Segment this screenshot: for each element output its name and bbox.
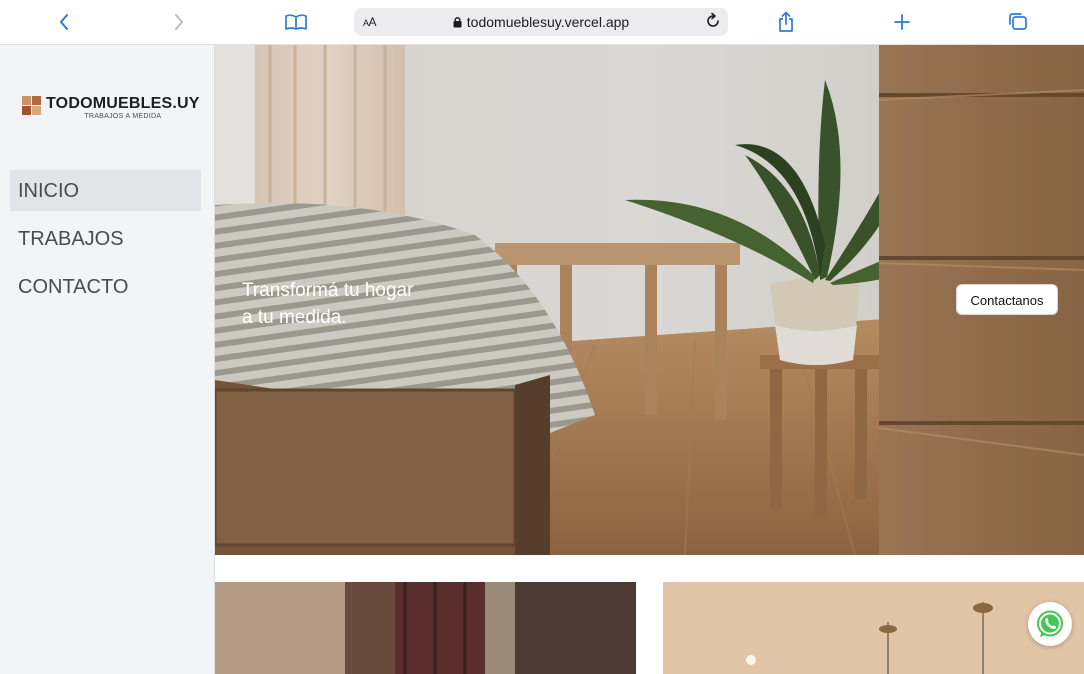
logo-mark-icon <box>22 96 41 115</box>
back-button[interactable] <box>49 8 79 36</box>
tabs-button[interactable] <box>1003 8 1033 36</box>
plus-icon <box>894 14 910 30</box>
nav-item-inicio[interactable]: INICIO <box>10 170 201 211</box>
forward-button[interactable] <box>164 8 194 36</box>
hero-headline-line2: a tu medida. <box>242 307 347 328</box>
share-button[interactable] <box>771 8 801 36</box>
book-icon <box>285 14 307 30</box>
hero-banner: Transformá tu hogar a tu medida. Contact… <box>215 45 1084 555</box>
interior-lamps-photo <box>663 582 1084 674</box>
whatsapp-button[interactable] <box>1028 602 1072 646</box>
site-logo[interactable]: TODOMUEBLES.UY TRABAJOS A MEDIDA <box>22 95 200 120</box>
hero-headline-line1: Transformá tu hogar <box>242 280 414 301</box>
logo-subtitle: TRABAJOS A MEDIDA <box>84 113 162 120</box>
nav-item-contacto[interactable]: CONTACTO <box>10 266 201 307</box>
section-spacer <box>215 555 1084 582</box>
sidebar: TODOMUEBLES.UY TRABAJOS A MEDIDA INICIO … <box>0 45 215 674</box>
lock-icon <box>453 16 462 28</box>
hero-headline: Transformá tu hogar a tu medida. <box>242 277 462 331</box>
whatsapp-icon <box>1037 610 1063 637</box>
share-icon <box>779 11 793 32</box>
gallery-card-image-1[interactable] <box>215 582 636 674</box>
contact-cta-button[interactable]: Contactanos <box>956 284 1058 315</box>
bookmarks-button[interactable] <box>281 8 311 36</box>
nav-item-trabajos[interactable]: TRABAJOS <box>10 218 201 259</box>
reload-icon <box>707 12 719 27</box>
new-tab-button[interactable] <box>887 8 917 36</box>
tabs-icon <box>1009 13 1027 30</box>
logo-title: TODOMUEBLES.UY <box>46 95 200 112</box>
reload-button[interactable] <box>704 12 722 35</box>
main-nav: INICIO TRABAJOS CONTACTO <box>10 170 201 314</box>
craftsman-photo <box>215 582 636 674</box>
chevron-right-icon <box>175 14 183 30</box>
chevron-left-icon <box>60 14 68 30</box>
browser-toolbar: AA todomueblesuy.vercel.app <box>0 0 1084 45</box>
address-bar[interactable]: AA todomueblesuy.vercel.app <box>354 8 728 36</box>
gallery-card-image-2[interactable] <box>663 582 1084 674</box>
url-text: todomueblesuy.vercel.app <box>466 14 630 30</box>
